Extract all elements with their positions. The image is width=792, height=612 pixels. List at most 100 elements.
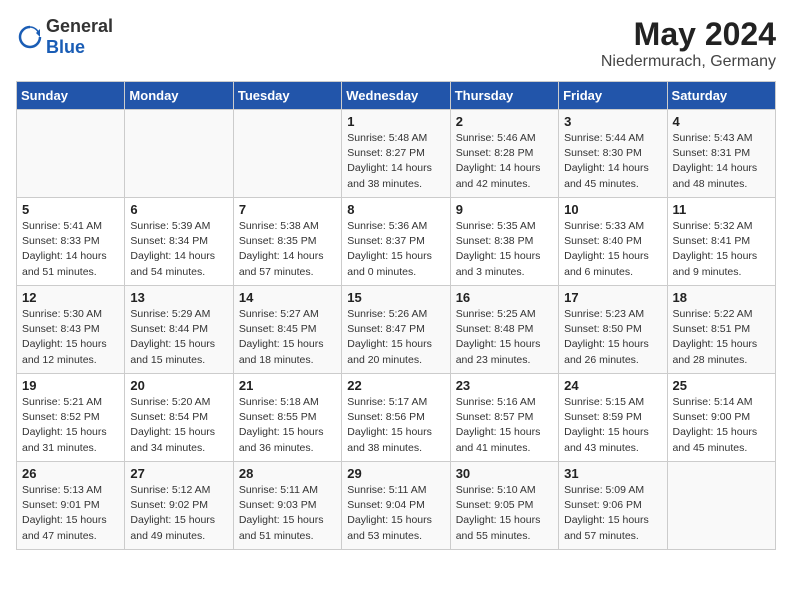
calendar-cell — [17, 110, 125, 198]
day-number: 27 — [130, 466, 227, 481]
day-number: 3 — [564, 114, 661, 129]
calendar-week-row: 1Sunrise: 5:48 AM Sunset: 8:27 PM Daylig… — [17, 110, 776, 198]
calendar-cell: 2 Sunrise: 5:46 AM Sunset: 8:28 PM Daylig… — [450, 110, 558, 198]
logo-blue: Blue — [46, 37, 85, 57]
day-info: Sunrise: 5:21 AM Sunset: 8:52 PM Dayligh… — [22, 395, 119, 456]
day-info: Sunrise: 5:39 AM Sunset: 8:34 PM Dayligh… — [130, 219, 227, 280]
day-info: Sunrise: 5:30 AM Sunset: 8:43 PM Dayligh… — [22, 307, 119, 368]
calendar-cell: 8 Sunrise: 5:36 AM Sunset: 8:37 PM Daylig… — [342, 198, 450, 286]
day-number: 24 — [564, 378, 661, 393]
calendar-cell: 10Sunrise: 5:33 AM Sunset: 8:40 PM Dayli… — [559, 198, 667, 286]
calendar-cell: 30 Sunrise: 5:10 AM Sunset: 9:05 PM Dayli… — [450, 462, 558, 550]
day-info: Sunrise: 5:36 AM Sunset: 8:37 PM Dayligh… — [347, 219, 444, 280]
calendar-cell: 9 Sunrise: 5:35 AM Sunset: 8:38 PM Daylig… — [450, 198, 558, 286]
day-number: 25 — [673, 378, 770, 393]
weekday-header-thursday: Thursday — [450, 82, 558, 110]
day-info: Sunrise: 5:41 AM Sunset: 8:33 PM Dayligh… — [22, 219, 119, 280]
calendar-cell: 16Sunrise: 5:25 AM Sunset: 8:48 PM Dayli… — [450, 286, 558, 374]
day-info: Sunrise: 5:11 AM Sunset: 9:04 PM Dayligh… — [347, 483, 444, 544]
day-info: Sunrise: 5:20 AM Sunset: 8:54 PM Dayligh… — [130, 395, 227, 456]
weekday-header-wednesday: Wednesday — [342, 82, 450, 110]
day-number: 11 — [673, 202, 770, 217]
day-info: Sunrise: 5:26 AM Sunset: 8:47 PM Dayligh… — [347, 307, 444, 368]
weekday-header-friday: Friday — [559, 82, 667, 110]
day-number: 16 — [456, 290, 553, 305]
day-number: 13 — [130, 290, 227, 305]
day-number: 8 — [347, 202, 444, 217]
weekday-header-monday: Monday — [125, 82, 233, 110]
page-header: General Blue May 2024 Niedermurach, Germ… — [16, 16, 776, 71]
day-info: Sunrise: 5:13 AM Sunset: 9:01 PM Dayligh… — [22, 483, 119, 544]
day-info: Sunrise: 5:16 AM Sunset: 8:57 PM Dayligh… — [456, 395, 553, 456]
day-number: 22 — [347, 378, 444, 393]
day-number: 23 — [456, 378, 553, 393]
day-info: Sunrise: 5:09 AM Sunset: 9:06 PM Dayligh… — [564, 483, 661, 544]
calendar-cell: 18Sunrise: 5:22 AM Sunset: 8:51 PM Dayli… — [667, 286, 775, 374]
day-info: Sunrise: 5:23 AM Sunset: 8:50 PM Dayligh… — [564, 307, 661, 368]
calendar-week-row: 12 Sunrise: 5:30 AM Sunset: 8:43 PM Dayli… — [17, 286, 776, 374]
calendar-cell: 6Sunrise: 5:39 AM Sunset: 8:34 PM Daylig… — [125, 198, 233, 286]
calendar-cell: 7Sunrise: 5:38 AM Sunset: 8:35 PM Daylig… — [233, 198, 341, 286]
weekday-header-row: SundayMondayTuesdayWednesdayThursdayFrid… — [17, 82, 776, 110]
calendar-cell: 11 Sunrise: 5:32 AM Sunset: 8:41 PM Dayli… — [667, 198, 775, 286]
day-number: 31 — [564, 466, 661, 481]
calendar-cell: 31 Sunrise: 5:09 AM Sunset: 9:06 PM Dayli… — [559, 462, 667, 550]
day-number: 9 — [456, 202, 553, 217]
calendar-cell: 17 Sunrise: 5:23 AM Sunset: 8:50 PM Dayli… — [559, 286, 667, 374]
calendar-cell: 24 Sunrise: 5:15 AM Sunset: 8:59 PM Dayli… — [559, 374, 667, 462]
calendar-cell: 29Sunrise: 5:11 AM Sunset: 9:04 PM Dayli… — [342, 462, 450, 550]
calendar-cell: 26 Sunrise: 5:13 AM Sunset: 9:01 PM Dayli… — [17, 462, 125, 550]
calendar-cell: 28 Sunrise: 5:11 AM Sunset: 9:03 PM Dayli… — [233, 462, 341, 550]
day-info: Sunrise: 5:29 AM Sunset: 8:44 PM Dayligh… — [130, 307, 227, 368]
logo-general: General — [46, 16, 113, 36]
day-number: 10 — [564, 202, 661, 217]
calendar-cell: 13 Sunrise: 5:29 AM Sunset: 8:44 PM Dayli… — [125, 286, 233, 374]
day-info: Sunrise: 5:46 AM Sunset: 8:28 PM Dayligh… — [456, 131, 553, 192]
day-number: 2 — [456, 114, 553, 129]
day-number: 30 — [456, 466, 553, 481]
day-number: 14 — [239, 290, 336, 305]
day-info: Sunrise: 5:12 AM Sunset: 9:02 PM Dayligh… — [130, 483, 227, 544]
day-number: 21 — [239, 378, 336, 393]
calendar-cell: 4Sunrise: 5:43 AM Sunset: 8:31 PM Daylig… — [667, 110, 775, 198]
day-info: Sunrise: 5:22 AM Sunset: 8:51 PM Dayligh… — [673, 307, 770, 368]
calendar-cell: 25 Sunrise: 5:14 AM Sunset: 9:00 PM Dayli… — [667, 374, 775, 462]
day-number: 1 — [347, 114, 444, 129]
day-number: 20 — [130, 378, 227, 393]
day-number: 17 — [564, 290, 661, 305]
calendar-cell: 23 Sunrise: 5:16 AM Sunset: 8:57 PM Dayli… — [450, 374, 558, 462]
day-number: 5 — [22, 202, 119, 217]
calendar-cell: 22Sunrise: 5:17 AM Sunset: 8:56 PM Dayli… — [342, 374, 450, 462]
calendar-week-row: 5 Sunrise: 5:41 AM Sunset: 8:33 PM Daylig… — [17, 198, 776, 286]
day-info: Sunrise: 5:35 AM Sunset: 8:38 PM Dayligh… — [456, 219, 553, 280]
day-info: Sunrise: 5:43 AM Sunset: 8:31 PM Dayligh… — [673, 131, 770, 192]
calendar-cell — [125, 110, 233, 198]
calendar-table: SundayMondayTuesdayWednesdayThursdayFrid… — [16, 81, 776, 550]
calendar-week-row: 19 Sunrise: 5:21 AM Sunset: 8:52 PM Dayli… — [17, 374, 776, 462]
day-number: 12 — [22, 290, 119, 305]
logo-icon — [16, 23, 44, 51]
calendar-cell: 15 Sunrise: 5:26 AM Sunset: 8:47 PM Dayli… — [342, 286, 450, 374]
calendar-cell — [233, 110, 341, 198]
day-number: 7 — [239, 202, 336, 217]
day-info: Sunrise: 5:14 AM Sunset: 9:00 PM Dayligh… — [673, 395, 770, 456]
day-number: 15 — [347, 290, 444, 305]
day-info: Sunrise: 5:10 AM Sunset: 9:05 PM Dayligh… — [456, 483, 553, 544]
day-info: Sunrise: 5:44 AM Sunset: 8:30 PM Dayligh… — [564, 131, 661, 192]
day-info: Sunrise: 5:15 AM Sunset: 8:59 PM Dayligh… — [564, 395, 661, 456]
month-year-title: May 2024 — [601, 16, 776, 53]
calendar-cell: 1Sunrise: 5:48 AM Sunset: 8:27 PM Daylig… — [342, 110, 450, 198]
day-info: Sunrise: 5:27 AM Sunset: 8:45 PM Dayligh… — [239, 307, 336, 368]
calendar-cell — [667, 462, 775, 550]
day-info: Sunrise: 5:32 AM Sunset: 8:41 PM Dayligh… — [673, 219, 770, 280]
weekday-header-tuesday: Tuesday — [233, 82, 341, 110]
day-number: 26 — [22, 466, 119, 481]
calendar-cell: 12 Sunrise: 5:30 AM Sunset: 8:43 PM Dayli… — [17, 286, 125, 374]
logo: General Blue — [16, 16, 113, 58]
day-number: 19 — [22, 378, 119, 393]
calendar-cell: 20 Sunrise: 5:20 AM Sunset: 8:54 PM Dayli… — [125, 374, 233, 462]
weekday-header-saturday: Saturday — [667, 82, 775, 110]
title-block: May 2024 Niedermurach, Germany — [601, 16, 776, 71]
day-info: Sunrise: 5:11 AM Sunset: 9:03 PM Dayligh… — [239, 483, 336, 544]
day-number: 28 — [239, 466, 336, 481]
